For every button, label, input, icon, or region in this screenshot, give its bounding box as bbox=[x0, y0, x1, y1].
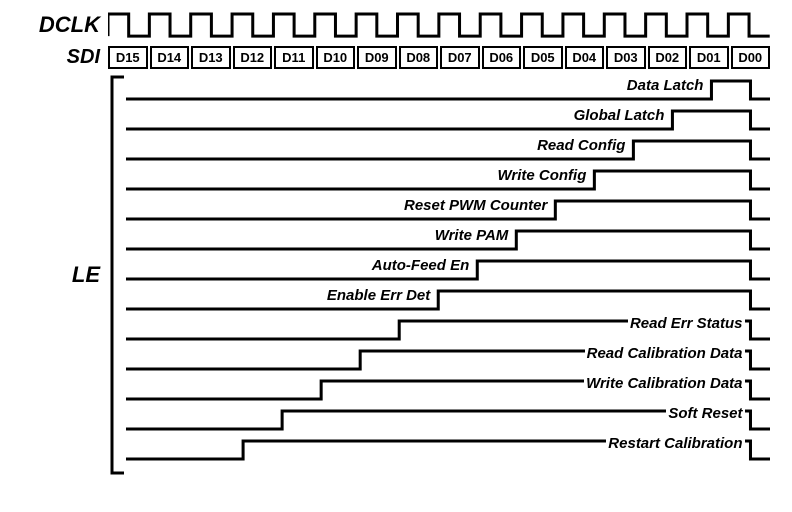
le-cmd-enable-err-det: Enable Err Det bbox=[126, 285, 770, 315]
le-cmd-data-latch: Data Latch bbox=[126, 75, 770, 105]
sdi-bit-d09: D09 bbox=[357, 46, 397, 69]
le-cmd-auto-feed-en: Auto-Feed En bbox=[126, 255, 770, 285]
le-cmd-read-err-status: Read Err Status bbox=[126, 315, 770, 345]
le-cmd-label: Reset PWM Counter bbox=[402, 197, 549, 214]
le-cmd-label: Soft Reset bbox=[666, 405, 744, 422]
le-cmd-write-pam: Write PAM bbox=[126, 225, 770, 255]
sdi-bit-d12: D12 bbox=[233, 46, 273, 69]
le-cmd-label: Read Config bbox=[535, 137, 627, 154]
le-bracket bbox=[108, 75, 126, 475]
le-cmd-label: Restart Calibration bbox=[606, 435, 744, 452]
sdi-bit-d03: D03 bbox=[606, 46, 646, 69]
le-cmd-reset-pwm-counter: Reset PWM Counter bbox=[126, 195, 770, 225]
le-cmd-label: Enable Err Det bbox=[325, 287, 432, 304]
le-cmd-write-calibration-data: Write Calibration Data bbox=[126, 375, 770, 405]
le-cmd-label: Read Err Status bbox=[628, 315, 745, 332]
le-lines: Data Latch Global Latch Read Config Write C… bbox=[126, 75, 770, 465]
le-cmd-label: Write Config bbox=[495, 167, 588, 184]
le-cmd-label: Read Calibration Data bbox=[585, 345, 745, 362]
dclk-row: DCLK bbox=[10, 10, 770, 40]
sdi-bit-d11: D11 bbox=[274, 46, 314, 69]
le-cmd-read-calibration-data: Read Calibration Data bbox=[126, 345, 770, 375]
le-cmd-label: Data Latch bbox=[625, 77, 706, 94]
sdi-bit-d15: D15 bbox=[108, 46, 148, 69]
sdi-bit-d14: D14 bbox=[150, 46, 190, 69]
le-cmd-restart-calibration: Restart Calibration bbox=[126, 435, 770, 465]
le-cmd-soft-reset: Soft Reset bbox=[126, 405, 770, 435]
timing-diagram: DCLK SDI D15D14D13D12D11D10D09D08D07D06D… bbox=[10, 10, 770, 475]
le-cmd-label: Write Calibration Data bbox=[584, 375, 744, 392]
le-cmd-write-config: Write Config bbox=[126, 165, 770, 195]
dclk-waveform bbox=[108, 10, 770, 40]
le-cmd-read-config: Read Config bbox=[126, 135, 770, 165]
le-cmd-label: Write PAM bbox=[433, 227, 511, 244]
le-label: LE bbox=[10, 262, 108, 288]
le-cmd-label: Global Latch bbox=[572, 107, 667, 124]
sdi-label: SDI bbox=[10, 46, 108, 69]
le-cmd-global-latch: Global Latch bbox=[126, 105, 770, 135]
le-cmd-label: Auto-Feed En bbox=[370, 257, 472, 274]
sdi-bit-d13: D13 bbox=[191, 46, 231, 69]
sdi-bit-d08: D08 bbox=[399, 46, 439, 69]
sdi-bit-d06: D06 bbox=[482, 46, 522, 69]
dclk-label: DCLK bbox=[10, 12, 108, 38]
sdi-row: SDI D15D14D13D12D11D10D09D08D07D06D05D04… bbox=[10, 44, 770, 71]
sdi-bit-d00: D00 bbox=[731, 46, 771, 69]
sdi-bit-d04: D04 bbox=[565, 46, 605, 69]
sdi-bit-d07: D07 bbox=[440, 46, 480, 69]
sdi-bit-d01: D01 bbox=[689, 46, 729, 69]
sdi-bit-d02: D02 bbox=[648, 46, 688, 69]
sdi-bit-d05: D05 bbox=[523, 46, 563, 69]
sdi-bit-d10: D10 bbox=[316, 46, 356, 69]
sdi-bits: D15D14D13D12D11D10D09D08D07D06D05D04D03D… bbox=[108, 44, 770, 71]
le-block: LE Data Latch Global Latch Read Config Writ… bbox=[10, 75, 770, 475]
